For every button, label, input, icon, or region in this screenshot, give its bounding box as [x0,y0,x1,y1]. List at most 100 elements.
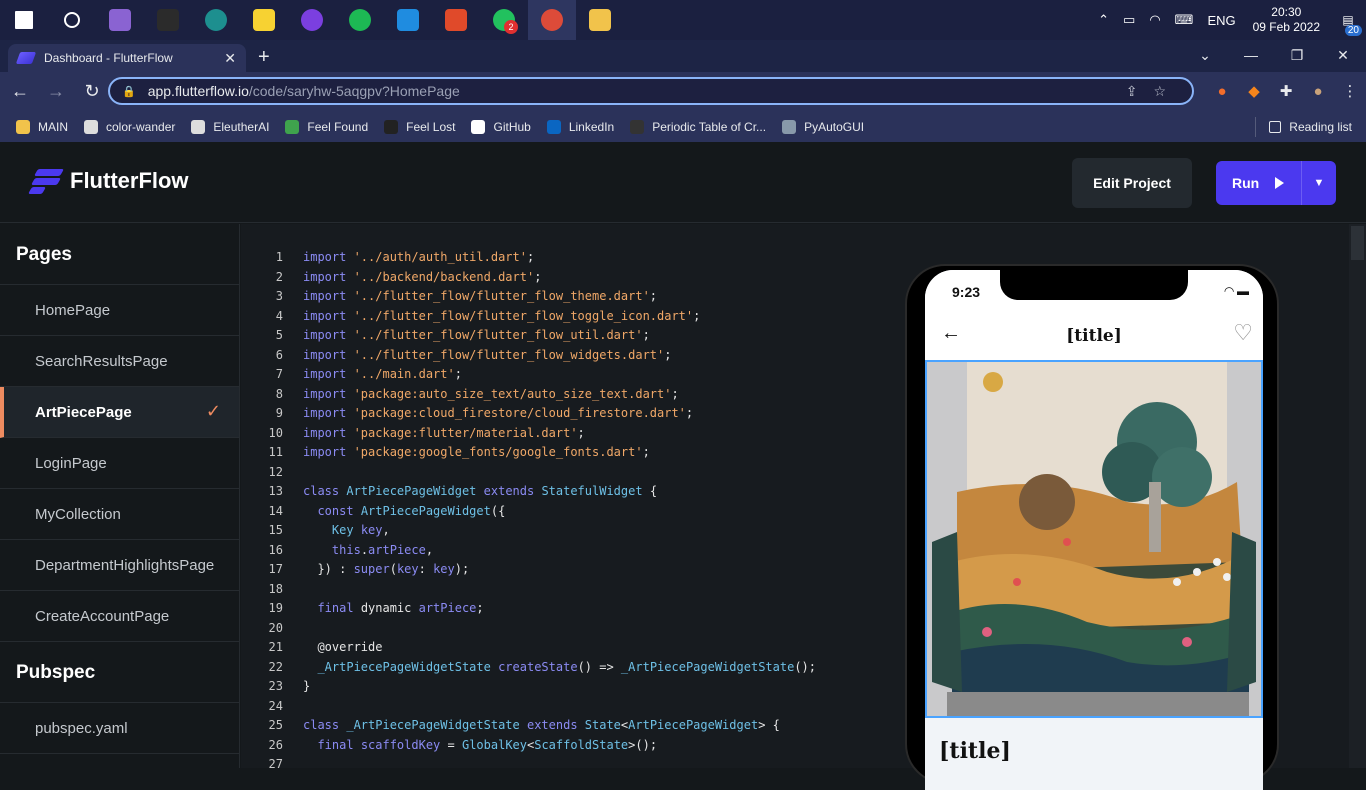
code-line: 11 import 'package:google_fonts/google_fo… [241,445,816,465]
reading-list-button[interactable]: Reading list [1269,120,1352,134]
share-icon[interactable]: ⇪ [1126,83,1154,99]
keyboard-icon[interactable]: ⌨ [1175,12,1194,28]
bookmark-star-icon[interactable]: ☆ [1153,83,1182,99]
address-bar[interactable]: 🔒 app.flutterflow.io/code/saryhw-5aqgpv?… [108,77,1194,105]
taskbar-git-kraken-icon[interactable] [96,0,144,40]
bookmark-item[interactable]: color-wander [84,119,176,134]
sidebar-item-label: DepartmentHighlightsPage [35,557,215,574]
taskbar-pycharm-icon[interactable] [192,0,240,40]
code-line: 16 this.artPiece, [241,543,816,563]
taskbar-office-icon[interactable] [432,0,480,40]
bookmark-icon [191,119,206,134]
sidebar-item-label: HomePage [35,302,111,319]
heart-icon[interactable]: ♡ [1233,320,1253,346]
tab-search-icon[interactable]: ⌄ [1182,40,1228,72]
taskbar-terminal-icon[interactable] [144,0,192,40]
run-main[interactable]: Run [1216,161,1302,205]
bookmark-icon [84,119,98,134]
code-text: } [303,679,311,693]
whatsapp-badge: 2 [504,20,518,34]
sidebar-item-mycollection[interactable]: MyCollection [0,489,239,540]
menu-icon[interactable]: ⋮ [1334,82,1366,100]
bookmark-item[interactable]: Periodic Table of Cr... [630,119,766,134]
bookmarks-list: MAIN color-wander EleutherAI Feel Found Feel… [16,119,880,134]
bookmark-item[interactable]: MAIN [16,119,68,134]
line-number: 2 [275,269,283,284]
lock-icon[interactable]: 🔒 [122,85,136,98]
bookmark-item[interactable]: Feel Found [285,119,368,134]
close-window-icon[interactable]: ✕ [1320,40,1366,72]
taskbar-vscode-icon[interactable] [384,0,432,40]
taskbar-chrome-icon[interactable] [528,0,576,40]
clock[interactable]: 20:30 09 Feb 2022 [1253,5,1320,35]
metamask-icon[interactable]: ◆ [1238,82,1270,100]
sidebar-item-artpiecepage[interactable]: ArtPiecePage ✓ [0,387,239,438]
code-line: 13 class ArtPiecePageWidget extends State… [241,484,816,504]
code-line: 8 import 'package:auto_size_text/auto_siz… [241,387,816,407]
bookmark-item[interactable]: LinkedIn [546,119,614,134]
code-text: import '../flutter_flow/flutter_flow_tog… [303,308,701,323]
sidebar-item-homepage[interactable]: HomePage [0,285,239,336]
bookmark-item[interactable]: Feel Lost [384,119,455,134]
line-number: 10 [268,425,283,440]
bookmark-label: color-wander [106,119,176,134]
forward-icon[interactable]: → [40,75,72,107]
minimize-icon[interactable]: — [1228,40,1274,72]
profile-avatar[interactable]: ● [1302,83,1334,100]
taskbar-file-explorer-icon[interactable] [576,0,624,40]
taskbar-search-icon[interactable] [48,0,96,40]
flutterflow-logo[interactable]: FlutterFlow [27,167,189,195]
edit-project-button[interactable]: Edit Project [1072,158,1192,208]
run-button[interactable]: Run ▼ [1216,161,1336,205]
new-tab-button[interactable]: + [258,46,270,69]
art-piece-image[interactable] [925,360,1263,718]
taskbar-whatsapp-icon[interactable]: 2 [480,0,528,40]
sidebar-item-departmenthighlightspage[interactable]: DepartmentHighlightsPage [0,540,239,591]
chevron-up-icon[interactable]: ⌃ [1098,12,1109,28]
taskbar-podcast-icon[interactable] [288,0,336,40]
sidebar-item-pubspec[interactable]: pubspec.yaml [0,703,239,754]
puzzle-icon[interactable]: ✚ [1270,82,1302,100]
bookmark-item[interactable]: EleutherAI [191,119,269,134]
language-indicator[interactable]: ENG [1207,13,1235,28]
extension-orange-icon[interactable]: ● [1206,83,1238,100]
phone-screen: 9:23 ◠ ▬ ← [title] ♡ [title] [925,270,1263,790]
scrollbar-thumb[interactable] [1351,226,1364,260]
flutterflow-favicon-icon [15,52,37,64]
sidebar-item-loginpage[interactable]: LoginPage [0,438,239,489]
wifi-icon[interactable]: ◠ [1149,12,1160,28]
system-tray: ⌃ ▭ ◠ ⌨ ENG 20:30 09 Feb 2022 ▤ 20 [1091,0,1366,40]
taskbar-start-icon[interactable] [0,0,48,40]
notification-center-button[interactable]: ▤ 20 [1330,0,1366,40]
bookmark-item[interactable]: GitHub [471,119,531,134]
sidebar-item-createaccountpage[interactable]: CreateAccountPage [0,591,239,642]
flutterflow-logo-icon [27,167,65,195]
line-number: 17 [268,562,283,576]
pages-header: Pages [0,224,239,285]
sidebar-item-searchresultspage[interactable]: SearchResultsPage [0,336,239,387]
sidebar-item-label: MyCollection [35,506,121,523]
run-dropdown-chevron-icon[interactable]: ▼ [1302,177,1336,189]
close-tab-icon[interactable]: ✕ [224,50,236,67]
play-icon [1275,177,1285,189]
taskbar-sticky-notes-icon[interactable] [240,0,288,40]
code-text: import '../flutter_flow/flutter_flow_uti… [303,328,650,342]
bookmark-item[interactable]: PyAutoGUI [782,119,864,134]
browser-tab-strip: Dashboard - FlutterFlow ✕ + [0,40,1366,72]
back-icon[interactable]: ← [4,75,36,107]
line-number: 25 [268,718,283,732]
code-text: this.artPiece, [331,542,434,557]
reload-icon[interactable]: ↻ [76,75,108,107]
code-text: import 'package:flutter/material.dart'; [303,425,585,440]
vertical-scrollbar[interactable] [1349,224,1366,768]
code-text: _ArtPiecePageWidgetState createState() =… [317,659,816,674]
pubspec-header: Pubspec [0,642,239,703]
embroidered-artwork-image [927,362,1261,716]
battery-icon[interactable]: ▭ [1123,12,1135,28]
code-text: class _ArtPiecePageWidgetState extends S… [303,718,780,732]
taskbar-spotify-icon[interactable] [336,0,384,40]
restore-icon[interactable]: ❐ [1274,40,1320,72]
code-line: 17 }) : super(key: key); [241,562,816,582]
phone-status-bar: 9:23 ◠ ▬ [925,270,1263,310]
browser-tab[interactable]: Dashboard - FlutterFlow ✕ [8,44,246,72]
